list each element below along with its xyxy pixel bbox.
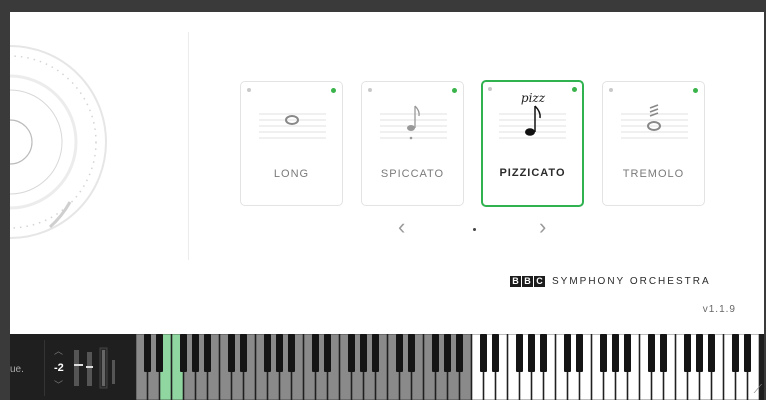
chevron-right-icon[interactable]: › — [539, 216, 546, 238]
black-key[interactable] — [192, 334, 199, 372]
black-key[interactable] — [312, 334, 319, 372]
black-key[interactable] — [456, 334, 463, 372]
black-key[interactable] — [708, 334, 715, 372]
articulation-card-long[interactable]: LONG — [240, 81, 343, 206]
logo-letter: C — [534, 276, 545, 287]
whole-note-icon — [259, 113, 326, 139]
bottom-left-label: ue. — [10, 364, 24, 375]
black-key[interactable] — [660, 334, 667, 372]
black-key[interactable] — [492, 334, 499, 372]
black-key[interactable] — [624, 334, 631, 372]
black-key[interactable] — [540, 334, 547, 372]
black-key[interactable] — [744, 334, 751, 372]
black-key[interactable] — [156, 334, 163, 372]
black-key[interactable] — [348, 334, 355, 372]
black-key[interactable] — [408, 334, 415, 372]
staccato-note-icon — [380, 105, 447, 140]
black-key[interactable] — [240, 334, 247, 372]
black-key[interactable] — [684, 334, 691, 372]
octave-value: -2 — [54, 362, 64, 374]
articulation-label: LONG — [273, 168, 310, 180]
logo-letter: B — [510, 276, 521, 287]
tremolo-note-icon — [621, 104, 688, 139]
black-key[interactable] — [432, 334, 439, 372]
version-label: v1.1.9 — [702, 304, 736, 315]
black-key[interactable] — [612, 334, 619, 372]
svg-text:pizz: pizz — [521, 92, 546, 105]
black-key[interactable] — [576, 334, 583, 372]
black-key[interactable] — [480, 334, 487, 372]
pizzicato-note-icon: pizz — [499, 92, 566, 139]
black-key[interactable] — [516, 334, 523, 372]
black-key[interactable] — [228, 334, 235, 372]
black-key[interactable] — [396, 334, 403, 372]
page-indicator-dot — [473, 228, 476, 231]
black-key[interactable] — [648, 334, 655, 372]
black-key[interactable] — [288, 334, 295, 372]
piano-keyboard[interactable] — [136, 334, 764, 400]
octave-up-icon[interactable]: ︿ — [54, 344, 63, 357]
articulation-label: PIZZICATO — [499, 167, 566, 179]
black-key[interactable] — [264, 334, 271, 372]
wheel-controls[interactable] — [74, 346, 124, 390]
brand-name: SYMPHONY ORCHESTRA — [552, 276, 711, 287]
resize-handle-icon[interactable]: ⟋ — [754, 382, 762, 397]
black-key[interactable] — [204, 334, 211, 372]
black-key[interactable] — [360, 334, 367, 372]
separator — [44, 340, 45, 396]
black-key[interactable] — [600, 334, 607, 372]
articulation-card-pizzicato[interactable]: pizz PIZZICATO — [481, 80, 584, 207]
main-panel: LONG SPICCATO pizz PIZZICATO TREMOLO ‹ ›… — [10, 12, 764, 334]
articulation-card-spiccato[interactable]: SPICCATO — [361, 81, 464, 206]
black-key[interactable] — [144, 334, 151, 372]
dial-control[interactable] — [10, 32, 120, 252]
black-key[interactable] — [276, 334, 283, 372]
panel-divider — [188, 32, 189, 260]
chevron-left-icon[interactable]: ‹ — [398, 216, 405, 238]
articulation-card-tremolo[interactable]: TREMOLO — [602, 81, 705, 206]
black-key[interactable] — [372, 334, 379, 372]
black-key[interactable] — [180, 334, 187, 372]
brand-logo: B B C SYMPHONY ORCHESTRA — [510, 276, 711, 287]
black-key[interactable] — [528, 334, 535, 372]
black-key[interactable] — [564, 334, 571, 372]
articulation-label: SPICCATO — [380, 168, 445, 180]
black-key[interactable] — [444, 334, 451, 372]
black-key[interactable] — [696, 334, 703, 372]
logo-letter: B — [522, 276, 533, 287]
indicator-dot-icon — [488, 87, 492, 91]
plugin-window: LONG SPICCATO pizz PIZZICATO TREMOLO ‹ ›… — [10, 12, 764, 400]
articulation-label: TREMOLO — [622, 168, 685, 180]
black-key[interactable] — [732, 334, 739, 372]
octave-down-icon[interactable]: ﹀ — [54, 378, 63, 391]
black-key[interactable] — [324, 334, 331, 372]
